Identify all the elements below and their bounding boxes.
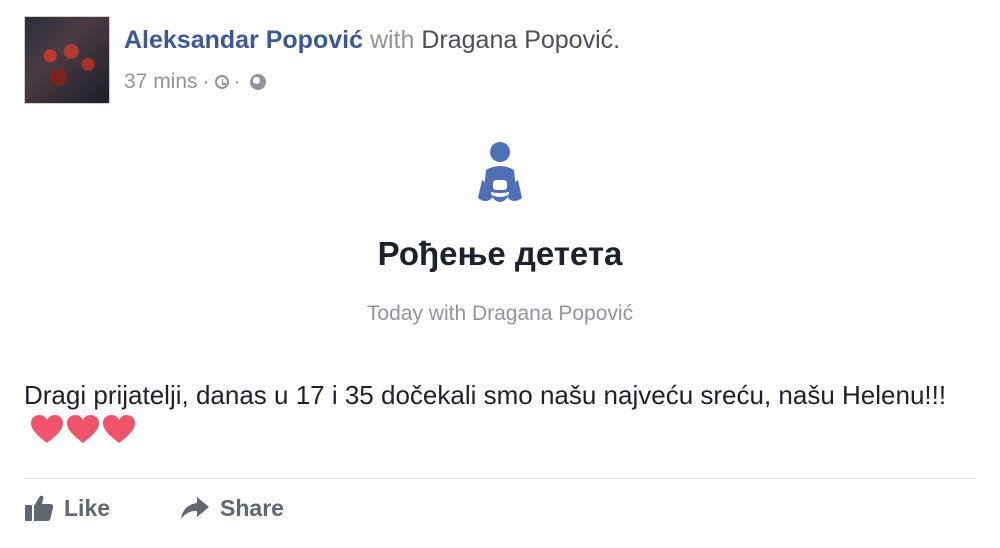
heart-icon — [31, 415, 63, 443]
baby-icon — [478, 142, 522, 202]
author-avatar[interactable] — [24, 16, 110, 104]
post-message: Dragi prijatelji, danas u 17 i 35 dočeka… — [24, 377, 974, 453]
post-card: Aleksandar Popović with Dragana Popović.… — [0, 0, 1000, 548]
meta-separator-2: · — [233, 70, 241, 93]
share-arrow-icon — [181, 497, 210, 519]
post-timestamp[interactable]: 37 mins — [124, 68, 198, 96]
life-event-title: Рођење детета — [377, 235, 623, 272]
hearts-emoji-group — [30, 414, 138, 453]
life-event-subtitle: Today with Dragana Popović — [366, 302, 634, 325]
with-word: with — [369, 26, 415, 54]
heart-icon — [67, 415, 99, 443]
actions-divider — [24, 478, 976, 479]
post-message-text: Dragi prijatelji, danas u 17 i 35 dočeka… — [24, 380, 947, 410]
like-button[interactable]: Like — [24, 494, 110, 522]
post-header: Aleksandar Popović with Dragana Popović. — [124, 24, 620, 56]
tagged-person[interactable]: Dragana Popović. — [421, 26, 620, 54]
post-meta: 37 mins · · — [124, 68, 266, 96]
like-label: Like — [64, 494, 111, 521]
life-event-card: Рођење детета Today with Dragana Popović — [0, 140, 1000, 328]
share-label: Share — [220, 494, 284, 521]
post-actions-bar: Like Share — [24, 494, 284, 522]
author-name[interactable]: Aleksandar Popović — [124, 26, 363, 54]
heart-icon — [103, 415, 135, 443]
thumbs-up-icon — [25, 495, 54, 521]
clock-icon — [214, 75, 229, 89]
meta-separator: · — [202, 70, 210, 93]
share-button[interactable]: Share — [180, 495, 284, 522]
globe-icon[interactable] — [249, 74, 266, 90]
